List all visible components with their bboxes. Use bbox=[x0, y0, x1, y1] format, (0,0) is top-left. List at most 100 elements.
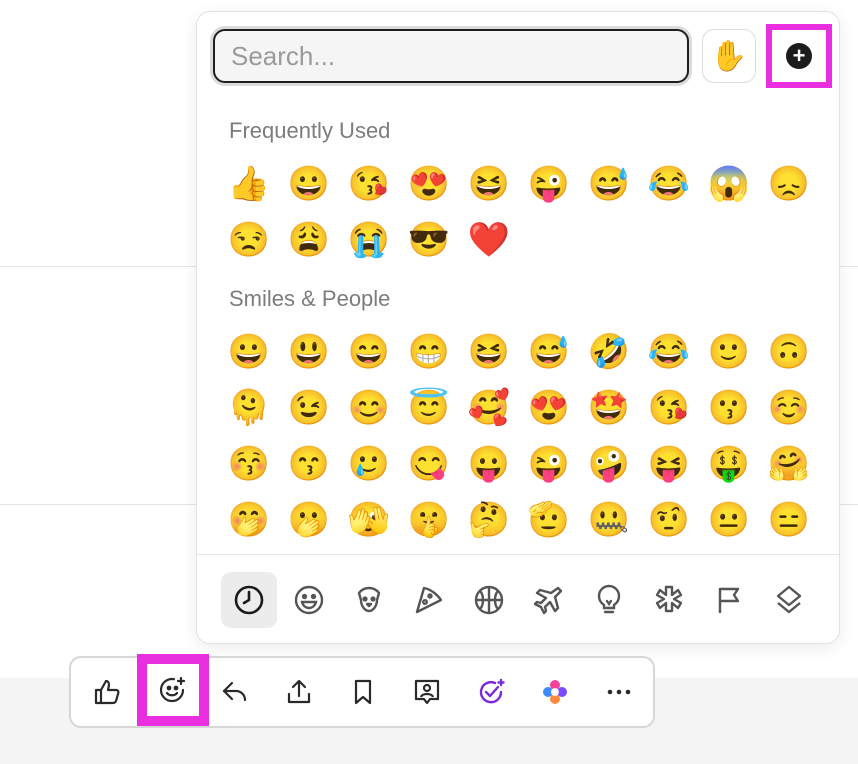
emoji-add-icon bbox=[159, 676, 186, 703]
person-chat-icon bbox=[414, 679, 440, 705]
more-options-button[interactable] bbox=[591, 658, 647, 726]
emoji-button[interactable]: 😎 bbox=[399, 212, 459, 268]
emoji-button[interactable]: 😅 bbox=[579, 156, 639, 212]
search-box bbox=[213, 29, 689, 83]
emoji-button[interactable]: 😙 bbox=[279, 436, 339, 492]
flag-icon bbox=[718, 587, 740, 613]
share-icon bbox=[287, 679, 311, 704]
category-travel[interactable] bbox=[521, 572, 577, 628]
emoji-button[interactable]: 🫡 bbox=[519, 492, 579, 548]
emoji-button[interactable]: 🤨 bbox=[639, 492, 699, 548]
emoji-button[interactable]: 🥰 bbox=[459, 380, 519, 436]
category-divider bbox=[197, 554, 839, 555]
emoji-button[interactable]: 🤗 bbox=[759, 436, 819, 492]
reply-icon bbox=[222, 681, 247, 702]
emoji-button[interactable]: 😞 bbox=[759, 156, 819, 212]
smiley-icon bbox=[294, 585, 324, 615]
emoji-button[interactable]: 😍 bbox=[399, 156, 459, 212]
emoji-button[interactable]: 😀 bbox=[219, 324, 279, 380]
ai-check-button[interactable] bbox=[463, 658, 519, 726]
emoji-button[interactable]: ❤️ bbox=[459, 212, 519, 268]
raised-hand-icon: ✋ bbox=[710, 39, 748, 73]
emoji-button[interactable]: 😁 bbox=[399, 324, 459, 380]
emoji-button[interactable]: 😘 bbox=[639, 380, 699, 436]
assign-button[interactable] bbox=[399, 658, 455, 726]
clock-icon bbox=[234, 585, 264, 615]
emoji-button[interactable]: 😂 bbox=[639, 324, 699, 380]
emoji-button[interactable]: 🤑 bbox=[699, 436, 759, 492]
emoji-button[interactable]: 😚 bbox=[219, 436, 279, 492]
emoji-button[interactable]: 😗 bbox=[699, 380, 759, 436]
add-reaction-button[interactable] bbox=[158, 675, 188, 705]
emoji-button[interactable]: 🥲 bbox=[339, 436, 399, 492]
category-food[interactable] bbox=[401, 572, 457, 628]
emoji-button[interactable]: 😀 bbox=[279, 156, 339, 212]
emoji-button[interactable]: 😃 bbox=[279, 324, 339, 380]
emoji-button[interactable]: 😜 bbox=[519, 156, 579, 212]
dog-icon bbox=[357, 586, 381, 613]
category-symbols[interactable] bbox=[641, 572, 697, 628]
emoji-button[interactable]: 😆 bbox=[459, 156, 519, 212]
emoji-button[interactable]: 🤣 bbox=[579, 324, 639, 380]
emoji-button[interactable]: 😋 bbox=[399, 436, 459, 492]
reply-button[interactable] bbox=[207, 658, 263, 726]
emoji-search-input[interactable] bbox=[215, 31, 687, 81]
emoji-button[interactable]: 🙂 bbox=[699, 324, 759, 380]
ai-check-icon bbox=[479, 678, 505, 704]
emoji-button[interactable]: 😝 bbox=[639, 436, 699, 492]
emoji-button[interactable]: 🤭 bbox=[219, 492, 279, 548]
layers-icon bbox=[776, 585, 802, 614]
airplane-icon bbox=[533, 586, 563, 615]
emoji-button[interactable]: 😘 bbox=[339, 156, 399, 212]
message-action-toolbar bbox=[69, 654, 655, 728]
more-horizontal-icon bbox=[607, 689, 631, 695]
emoji-scroll-area[interactable]: Frequently Used 👍 😀 😘 😍 😆 😜 😅 😂 😱 😞 😒 😩 😭 😎 ❤️ Smiles … bbox=[197, 104, 839, 554]
emoji-button[interactable]: 😍 bbox=[519, 380, 579, 436]
bookmark-button[interactable] bbox=[335, 658, 391, 726]
emoji-button[interactable]: 😊 bbox=[339, 380, 399, 436]
ai-sparkle-button[interactable] bbox=[527, 658, 583, 726]
lightbulb-icon bbox=[597, 584, 621, 614]
emoji-button[interactable]: 😒 bbox=[219, 212, 279, 268]
category-flags[interactable] bbox=[701, 572, 757, 628]
emoji-button[interactable]: 😇 bbox=[399, 380, 459, 436]
category-animals[interactable] bbox=[341, 572, 397, 628]
like-button[interactable] bbox=[79, 658, 135, 726]
emoji-button[interactable]: 😩 bbox=[279, 212, 339, 268]
emoji-button[interactable]: 😑 bbox=[759, 492, 819, 548]
add-emoji-icon[interactable]: + bbox=[786, 43, 812, 69]
emoji-button[interactable]: 🤪 bbox=[579, 436, 639, 492]
category-activity[interactable] bbox=[461, 572, 517, 628]
skin-tone-button[interactable]: ✋ bbox=[702, 29, 756, 83]
share-button[interactable] bbox=[271, 658, 327, 726]
category-recent[interactable] bbox=[221, 572, 277, 628]
emoji-button[interactable]: ☺️ bbox=[759, 380, 819, 436]
emoji-button[interactable]: 🫢 bbox=[279, 492, 339, 548]
emoji-button[interactable]: 😜 bbox=[519, 436, 579, 492]
emoji-button[interactable]: 😛 bbox=[459, 436, 519, 492]
emoji-button[interactable]: 😆 bbox=[459, 324, 519, 380]
emoji-button[interactable]: 😂 bbox=[639, 156, 699, 212]
emoji-button[interactable]: 😉 bbox=[279, 380, 339, 436]
emoji-button[interactable]: 😱 bbox=[699, 156, 759, 212]
asterisk-icon bbox=[655, 585, 683, 613]
emoji-button[interactable]: 🤔 bbox=[459, 492, 519, 548]
emoji-button[interactable]: 😐 bbox=[699, 492, 759, 548]
add-reaction-highlight bbox=[137, 654, 209, 726]
category-smileys[interactable] bbox=[281, 572, 337, 628]
emoji-button[interactable]: 🤐 bbox=[579, 492, 639, 548]
emoji-button[interactable]: 🤫 bbox=[399, 492, 459, 548]
emoji-button[interactable]: 🫣 bbox=[339, 492, 399, 548]
emoji-button[interactable]: 🤩 bbox=[579, 380, 639, 436]
category-objects[interactable] bbox=[581, 572, 637, 628]
emoji-button[interactable]: 🫠 bbox=[219, 380, 279, 436]
emoji-button[interactable]: 🙃 bbox=[759, 324, 819, 380]
emoji-button[interactable]: 👍 bbox=[219, 156, 279, 212]
emoji-grid-smiles: 😀 😃 😄 😁 😆 😅 🤣 😂 🙂 🙃 🫠 😉 😊 😇 🥰 😍 🤩 😘 😗 ☺️ 😚 😙 🥲 😋 😛 😜 🤪 😝 🤑 🤗 🤭 🫢 🫣 🤫 🤔 🫡 🤐 🤨 😐… bbox=[219, 324, 819, 548]
ai-brain-icon bbox=[543, 680, 567, 704]
emoji-button[interactable]: 😅 bbox=[519, 324, 579, 380]
category-custom[interactable] bbox=[761, 572, 817, 628]
emoji-button[interactable]: 😄 bbox=[339, 324, 399, 380]
emoji-button[interactable]: 😭 bbox=[339, 212, 399, 268]
basketball-icon bbox=[474, 585, 504, 615]
